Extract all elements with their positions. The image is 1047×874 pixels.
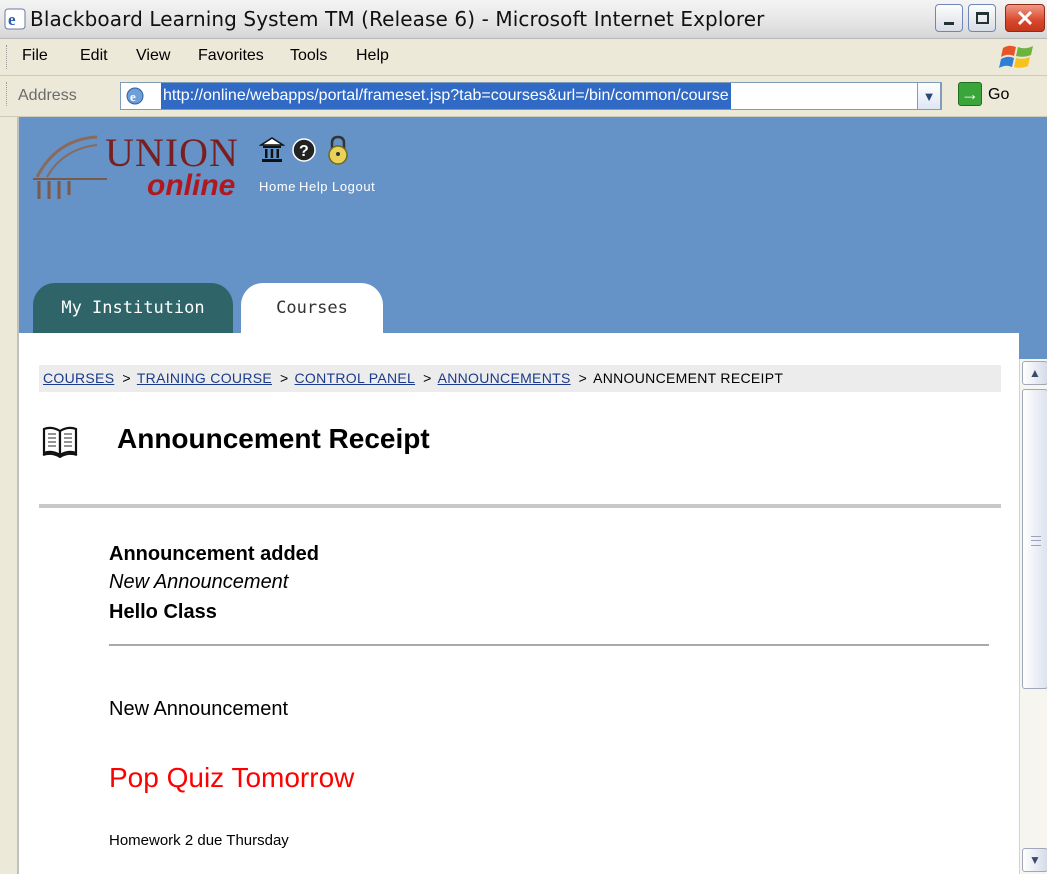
web-page: UNION online ? Home Help Logout My Insti… xyxy=(17,117,1047,874)
arrow-right-icon: → xyxy=(961,84,979,104)
chevron-down-icon: ▼ xyxy=(922,88,936,104)
window-title: Blackboard Learning System TM (Release 6… xyxy=(30,7,765,31)
tab-courses[interactable]: Courses xyxy=(241,283,383,333)
menu-favorites[interactable]: Favorites xyxy=(198,47,264,65)
title-bar: e Blackboard Learning System TM (Release… xyxy=(0,0,1047,39)
help-icon[interactable]: ? xyxy=(291,135,317,165)
tab-label: My Institution xyxy=(61,298,205,318)
chevron-down-icon: ▼ xyxy=(1029,853,1041,867)
go-label[interactable]: Go xyxy=(988,86,1009,104)
close-icon xyxy=(1017,10,1033,26)
title-divider xyxy=(39,504,1001,508)
toolbar-grip[interactable] xyxy=(6,45,10,69)
book-icon xyxy=(42,426,78,459)
announcement-note: Homework 2 due Thursday xyxy=(109,832,289,849)
menu-tools[interactable]: Tools xyxy=(290,47,327,65)
tab-label: Courses xyxy=(276,298,348,318)
logo-online-text: online xyxy=(147,169,236,202)
announcement-highlight: Pop Quiz Tomorrow xyxy=(109,762,355,793)
receipt-type: New Announcement xyxy=(109,571,289,593)
address-label: Address xyxy=(18,87,77,104)
breadcrumb-separator: > xyxy=(423,370,432,386)
vertical-scrollbar[interactable]: ▲ ▼ xyxy=(1019,359,1047,874)
tab-my-institution[interactable]: My Institution xyxy=(33,283,233,333)
svg-text:e: e xyxy=(130,89,136,104)
ie-icon: e xyxy=(4,8,26,30)
announcement-heading: New Announcement xyxy=(109,698,289,720)
union-online-logo[interactable]: UNION online xyxy=(27,129,257,209)
scroll-up-button[interactable]: ▲ xyxy=(1022,361,1047,385)
grip-icon xyxy=(1031,536,1041,546)
menu-file[interactable]: File xyxy=(22,47,48,65)
receipt-status: Announcement added xyxy=(109,543,320,565)
toolbar-grip[interactable] xyxy=(6,82,10,106)
menu-help[interactable]: Help xyxy=(356,47,389,65)
home-link[interactable]: Home xyxy=(259,179,296,194)
help-link[interactable]: Help xyxy=(299,179,328,194)
breadcrumb-control-panel[interactable]: CONTROL PANEL xyxy=(295,370,416,386)
close-button[interactable] xyxy=(1005,4,1045,32)
receipt-subject: Hello Class xyxy=(109,601,217,623)
windows-logo-icon xyxy=(999,45,1033,68)
breadcrumb-current: ANNOUNCEMENT RECEIPT xyxy=(593,370,784,386)
menu-bar: File Edit View Favorites Tools Help xyxy=(0,39,1047,76)
address-url[interactable]: http://online/webapps/portal/frameset.js… xyxy=(161,83,731,109)
breadcrumb-separator: > xyxy=(122,370,131,386)
address-dropdown-button[interactable]: ▼ xyxy=(917,82,941,110)
lock-icon[interactable] xyxy=(325,135,351,165)
browser-window: e Blackboard Learning System TM (Release… xyxy=(0,0,1047,874)
minimize-button[interactable] xyxy=(935,4,963,32)
menu-view[interactable]: View xyxy=(136,47,170,65)
chevron-up-icon: ▲ xyxy=(1029,366,1041,380)
breadcrumb-announcements[interactable]: ANNOUNCEMENTS xyxy=(438,370,571,386)
main-content: COURSES > TRAINING COURSE > CONTROL PANEL > AN… xyxy=(19,333,1019,874)
breadcrumb-training-course[interactable]: TRAINING COURSE xyxy=(137,370,272,386)
home-icon[interactable] xyxy=(259,135,285,165)
svg-text:?: ? xyxy=(299,143,309,160)
breadcrumb-courses[interactable]: COURSES xyxy=(43,370,114,386)
maximize-icon xyxy=(975,12,989,24)
union-building-icon xyxy=(33,135,107,199)
page-icon: e xyxy=(126,87,144,105)
breadcrumb-separator: > xyxy=(280,370,289,386)
breadcrumb: COURSES > TRAINING COURSE > CONTROL PANEL > AN… xyxy=(39,365,1001,392)
page-title: Announcement Receipt xyxy=(117,423,430,454)
go-button[interactable]: → xyxy=(958,82,982,106)
address-bar: Address e http://online/webapps/portal/f… xyxy=(0,76,1047,117)
maximize-button[interactable] xyxy=(968,4,996,32)
receipt-divider xyxy=(109,644,989,646)
breadcrumb-separator: > xyxy=(578,370,588,386)
scroll-thumb[interactable] xyxy=(1022,389,1047,689)
address-input[interactable]: e http://online/webapps/portal/frameset.… xyxy=(120,82,942,110)
scroll-down-button[interactable]: ▼ xyxy=(1022,848,1047,872)
svg-text:e: e xyxy=(8,10,16,29)
menu-edit[interactable]: Edit xyxy=(80,47,108,65)
logout-link[interactable]: Logout xyxy=(332,179,375,194)
minimize-icon xyxy=(944,21,954,25)
